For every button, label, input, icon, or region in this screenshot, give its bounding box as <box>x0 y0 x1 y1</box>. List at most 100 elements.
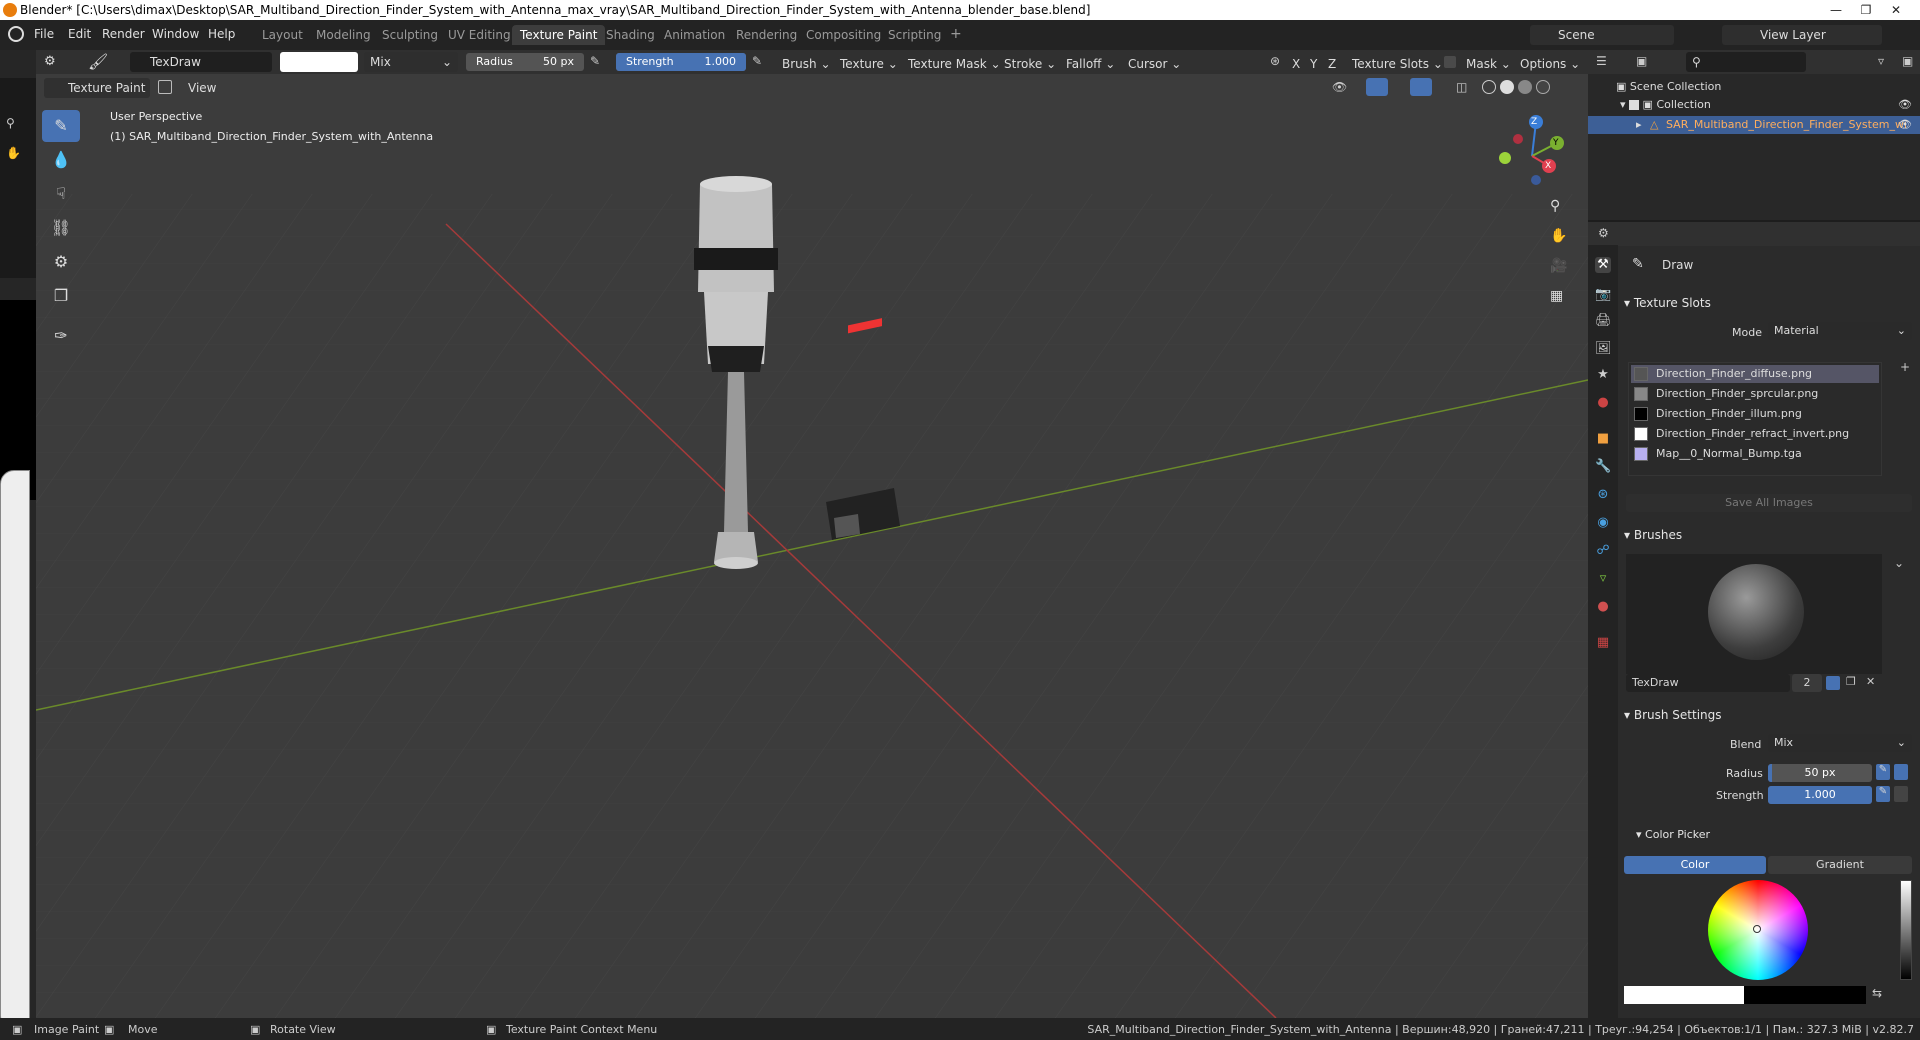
menu-window[interactable]: Window <box>152 27 199 41</box>
brush-blend-dropdown[interactable]: Mix ⌄ <box>1768 734 1912 752</box>
radius-pressure-icon[interactable]: ✎ <box>1876 764 1890 780</box>
material-shading-icon[interactable] <box>1518 80 1532 94</box>
tab-animation[interactable]: Animation <box>656 25 733 45</box>
tool-settings-icon[interactable]: ⚙ <box>44 54 56 69</box>
menu-stroke[interactable]: Stroke ⌄ <box>1000 54 1060 74</box>
maximize-button[interactable]: ❐ <box>1852 0 1880 20</box>
brush-name-field[interactable]: TexDraw <box>130 52 272 72</box>
mask-tool-icon[interactable]: ❐ <box>42 280 80 312</box>
menu-help[interactable]: Help <box>208 27 235 41</box>
tab-sculpting[interactable]: Sculpting <box>374 25 446 45</box>
radius-slider[interactable]: Radius 50 px <box>466 53 584 71</box>
color-tab[interactable]: Color <box>1624 856 1766 874</box>
radius-pressure-icon[interactable]: ✎ <box>590 54 600 68</box>
texture-slot-item[interactable]: Direction_Finder_diffuse.png <box>1634 367 1812 381</box>
brush-menu-icon[interactable]: ⌄ <box>1894 556 1904 570</box>
menu-texture-slots[interactable]: Texture Slots ⌄ <box>1348 54 1447 74</box>
texture-tab-icon[interactable]: ▦ <box>1595 635 1611 651</box>
physics-tab-icon[interactable]: ◉ <box>1595 515 1611 531</box>
gizmo-toggle[interactable] <box>1366 78 1388 96</box>
scene-collection-row[interactable]: ▣ Scene Collection <box>1616 80 1721 93</box>
menu-mask[interactable]: Mask ⌄ <box>1462 54 1515 74</box>
menu-cursor[interactable]: Cursor ⌄ <box>1124 54 1185 74</box>
rendered-shading-icon[interactable] <box>1536 80 1550 94</box>
outliner-editor-icon[interactable]: ☰ <box>1596 54 1607 68</box>
duplicate-brush-icon[interactable]: ❐ <box>1846 675 1856 688</box>
strength-pressure-icon[interactable]: ✎ <box>752 54 762 68</box>
render-tab-icon[interactable]: 📷 <box>1595 287 1611 303</box>
add-workspace-icon[interactable]: + <box>942 23 970 43</box>
add-slot-icon[interactable]: + <box>1900 360 1910 374</box>
menu-brush[interactable]: Brush ⌄ <box>778 54 835 74</box>
clone-tool-icon[interactable]: ⛓ <box>42 212 80 244</box>
soften-tool-icon[interactable]: 💧 <box>42 144 80 176</box>
wireframe-shading-icon[interactable] <box>1482 80 1496 94</box>
camera-view-icon[interactable]: 🎥 <box>1550 258 1567 274</box>
tab-modeling[interactable]: Modeling <box>308 25 379 45</box>
zoom-view-icon[interactable]: ⚲ <box>1550 198 1560 214</box>
texture-slot-item[interactable]: Map__0_Normal_Bump.tga <box>1634 447 1802 461</box>
scene-selector[interactable]: Scene <box>1530 25 1674 45</box>
constraints-tab-icon[interactable]: ☍ <box>1595 543 1611 559</box>
expand-icon[interactable]: ▾ <box>1620 98 1626 111</box>
xray-icon[interactable]: ◫ <box>1456 80 1467 94</box>
scene-tab-icon[interactable]: ★ <box>1595 367 1611 383</box>
texture-slots-panel-header[interactable]: ▾ Texture Slots <box>1624 296 1711 310</box>
axis-y-toggle[interactable]: Y <box>1306 54 1321 74</box>
object-row[interactable]: ▸ △ SAR_Multiband_Direction_Finder_Syste… <box>1588 116 1920 134</box>
swap-colors-icon[interactable]: ⇆ <box>1872 986 1882 1000</box>
menu-options[interactable]: Options ⌄ <box>1516 54 1584 74</box>
material-tab-icon[interactable]: ● <box>1595 599 1611 615</box>
strength-pressure-icon[interactable]: ✎ <box>1876 786 1890 802</box>
mask-checkbox[interactable] <box>1444 56 1456 68</box>
color-picker-panel-header[interactable]: ▾ Color Picker <box>1636 828 1710 841</box>
brush-icon[interactable]: 🖌 <box>88 52 108 71</box>
close-button[interactable]: ✕ <box>1882 0 1910 20</box>
modifier-tab-icon[interactable]: 🔧 <box>1595 459 1611 475</box>
texture-slot-item[interactable]: Direction_Finder_refract_invert.png <box>1634 427 1849 441</box>
world-tab-icon[interactable]: ● <box>1595 395 1611 411</box>
properties-editor-icon[interactable]: ⚙ <box>1598 226 1609 240</box>
gradient-tab[interactable]: Gradient <box>1768 856 1912 874</box>
menu-edit[interactable]: Edit <box>68 27 91 41</box>
outliner-search-input[interactable]: ⚲ <box>1686 52 1806 72</box>
slot-mode-dropdown[interactable]: Material ⌄ <box>1768 322 1912 340</box>
collection-checkbox[interactable] <box>1629 100 1640 110</box>
color-wheel-cursor[interactable] <box>1753 925 1761 933</box>
brushes-panel-header[interactable]: ▾ Brushes <box>1624 528 1682 542</box>
tab-texture-paint[interactable]: Texture Paint <box>512 25 606 45</box>
tab-scripting[interactable]: Scripting <box>880 25 949 45</box>
minimize-button[interactable]: — <box>1822 0 1850 20</box>
tab-layout[interactable]: Layout <box>254 25 311 45</box>
view-layer-selector[interactable]: View Layer <box>1722 25 1882 45</box>
unlink-brush-icon[interactable]: ✕ <box>1866 675 1875 688</box>
menu-falloff[interactable]: Falloff ⌄ <box>1062 54 1119 74</box>
tab-uv-editing[interactable]: UV Editing <box>440 25 519 45</box>
3d-viewport[interactable]: Z Y X Texture Paint ⌄ View 👁 ◫ User Pers… <box>36 74 1588 1018</box>
particles-tab-icon[interactable]: ⊛ <box>1595 487 1611 503</box>
texture-slot-item[interactable]: Direction_Finder_illum.png <box>1634 407 1802 421</box>
radius-unit-icon[interactable] <box>1894 764 1908 780</box>
value-slider[interactable] <box>1900 880 1912 980</box>
annotate-tool-icon[interactable]: ✑ <box>42 320 80 352</box>
axis-x-toggle[interactable]: X <box>1288 54 1304 74</box>
menu-render[interactable]: Render <box>102 27 145 41</box>
new-collection-icon[interactable]: ▣ <box>1902 54 1913 68</box>
blender-menu-icon[interactable] <box>8 26 24 42</box>
secondary-color-swatch[interactable] <box>1744 986 1866 1004</box>
pan-icon[interactable]: ✋ <box>6 146 21 160</box>
eye-icon[interactable]: 👁 <box>1898 98 1912 111</box>
expand-icon[interactable]: ▸ <box>1636 118 1642 131</box>
primary-color-swatch[interactable] <box>1624 986 1744 1004</box>
eye-icon[interactable]: 👁 <box>1898 118 1912 131</box>
view-layer-tab-icon[interactable]: 🖼 <box>1595 341 1612 357</box>
visibility-icon[interactable]: 👁 <box>1332 80 1347 94</box>
axis-z-toggle[interactable]: Z <box>1324 54 1340 74</box>
brush-users-count[interactable]: 2 <box>1792 674 1822 692</box>
blend-dropdown[interactable]: Mix ⌄ <box>364 52 458 72</box>
save-all-images-button[interactable]: Save All Images <box>1626 494 1912 512</box>
brush-settings-panel-header[interactable]: ▾ Brush Settings <box>1624 708 1722 722</box>
zoom-icon[interactable]: ⚲ <box>6 116 15 130</box>
strength-unified-icon[interactable] <box>1894 786 1908 802</box>
data-tab-icon[interactable]: ▿ <box>1595 571 1611 587</box>
